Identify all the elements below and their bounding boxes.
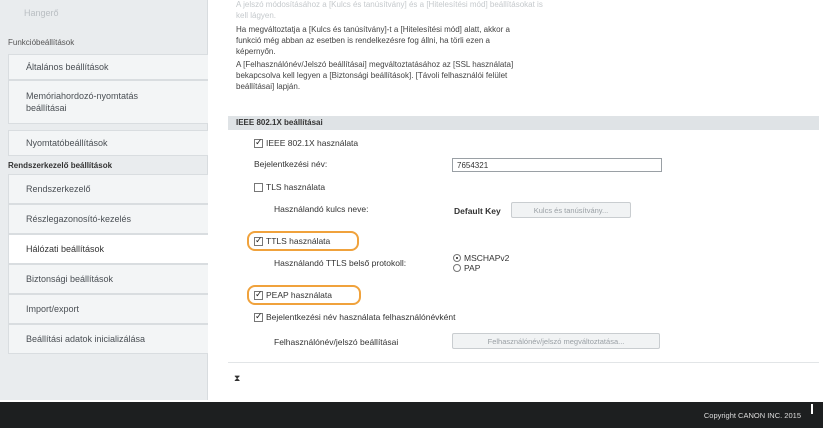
peap-use-checkbox[interactable] — [254, 289, 263, 300]
sidebar-item-printer-settings[interactable]: Nyomtatóbeállítások — [8, 130, 208, 156]
ieee8021x-use-checkbox[interactable] — [254, 137, 263, 148]
mschapv2-label: MSCHAPv2 — [464, 253, 510, 263]
note-line: beállításai] lapján. — [236, 82, 301, 91]
change-user-password-button[interactable]: Felhasználónév/jelszó megváltoztatása... — [452, 333, 660, 349]
cursor-icon — [811, 404, 817, 414]
note-line: A [Felhasználónév/Jelszó beállításai] me… — [236, 60, 514, 69]
note-line: funkció még abban az esetben is rendelke… — [236, 36, 490, 45]
footer: Copyright CANON INC. 2015 — [0, 402, 823, 428]
sidebar-item-network-settings[interactable]: Hálózati beállítások — [8, 234, 208, 264]
key-name-value: Default Key — [454, 206, 501, 216]
pap-radio[interactable] — [453, 264, 461, 272]
peap-use-label: PEAP használata — [266, 290, 332, 300]
user-pwd-settings-label-row: Felhasználónév/jelszó beállításai — [274, 337, 398, 347]
sidebar-item-department-id[interactable]: Részlegazonosító-kezelés — [8, 204, 208, 234]
sidebar-item-label: Hálózati beállítások — [26, 244, 105, 254]
tls-use-label: TLS használata — [266, 182, 326, 192]
user-pwd-settings-label: Felhasználónév/jelszó beállításai — [274, 337, 399, 347]
ttls-use-checkbox-row[interactable]: TTLS használata — [254, 235, 331, 246]
copyright-text: Copyright CANON INC. 2015 — [703, 411, 801, 420]
note-line: bekapcsolva kell legyen a [Biztonsági be… — [236, 71, 508, 80]
note-line: képernyőn. — [236, 47, 276, 56]
sidebar-item-memory-media-print[interactable]: Memóriahordozó-nyomtatás beállításai — [8, 80, 208, 124]
ttls-protocol-label: Használandó TTLS belső protokoll: — [274, 258, 407, 268]
ttls-protocol-label-row: Használandó TTLS belső protokoll: — [274, 258, 406, 268]
use-login-name-label: Bejelentkezési név használata felhasznál… — [266, 312, 456, 322]
sidebar: Hangerő Funkcióbeállítások Általános beá… — [0, 0, 208, 400]
sidebar-item-initialize-settings[interactable]: Beállítási adatok inicializálása — [8, 324, 208, 354]
sidebar-item-security-settings[interactable]: Biztonsági beállítások — [8, 264, 208, 294]
sidebar-item-system-manager[interactable]: Rendszerkezelő — [8, 174, 208, 204]
key-name-label-row: Használandó kulcs neve: — [274, 204, 369, 214]
pap-label: PAP — [464, 263, 481, 273]
key-name-label: Használandó kulcs neve: — [274, 204, 369, 214]
use-login-name-checkbox-row[interactable]: Bejelentkezési név használata felhasznál… — [254, 311, 456, 322]
login-name-label: Bejelentkezési név: — [254, 159, 328, 169]
mschapv2-radio[interactable] — [453, 254, 461, 262]
back-to-top-icon[interactable]: ⧗ — [234, 373, 240, 384]
sidebar-item-label: Általános beállítások — [26, 62, 109, 72]
tls-use-checkbox[interactable] — [254, 182, 263, 192]
sidebar-item-label: Rendszerkezelő — [26, 184, 91, 194]
ttls-use-label: TTLS használata — [266, 236, 331, 246]
divider — [228, 362, 819, 363]
key-and-certificate-button[interactable]: Kulcs és tanúsítvány... — [511, 202, 631, 218]
ttls-use-checkbox[interactable] — [254, 235, 263, 246]
tls-use-checkbox-row[interactable]: TLS használata — [254, 182, 325, 192]
ieee8021x-use-checkbox-row[interactable]: IEEE 802.1X használata — [254, 137, 359, 148]
note-line: kell lágyen. — [236, 11, 277, 20]
sidebar-item-label: Memóriahordozó-nyomtatás beállításai — [26, 91, 139, 113]
key-name-value-text: Default Key — [454, 206, 501, 216]
ieee8021x-use-label: IEEE 802.1X használata — [266, 138, 359, 148]
sidebar-item-volume[interactable]: Hangerő — [0, 0, 208, 24]
sidebar-item-label: Nyomtatóbeállítások — [26, 138, 108, 148]
sidebar-item-general-settings[interactable]: Általános beállítások — [8, 54, 208, 80]
login-name-label-row: Bejelentkezési név: — [254, 159, 327, 169]
sidebar-item-label: Beállítási adatok inicializálása — [26, 334, 146, 344]
sidebar-item-import-export[interactable]: Import/export — [8, 294, 208, 324]
peap-use-checkbox-row[interactable]: PEAP használata — [254, 289, 332, 300]
sidebar-item-label: Biztonsági beállítások — [26, 274, 114, 284]
note-line: A jelszó módosításához a [Kulcs és tanús… — [236, 0, 543, 9]
sidebar-heading-system-manager-settings: Rendszerkezelő beállítások — [8, 161, 113, 170]
ttls-option-mschapv2[interactable]: MSCHAPv2 — [453, 253, 509, 263]
ttls-option-pap[interactable]: PAP — [453, 263, 480, 273]
sidebar-item-label: Részlegazonosító-kezelés — [26, 214, 132, 224]
sidebar-heading-function-settings: Funkcióbeállítások — [8, 38, 75, 47]
note-line: Ha megváltoztatja a [Kulcs és tanúsítván… — [236, 25, 510, 34]
use-login-name-checkbox[interactable] — [254, 311, 263, 322]
sidebar-item-label: Import/export — [26, 304, 80, 314]
login-name-input[interactable] — [452, 158, 662, 172]
section-header-ieee8021x: IEEE 802.1X beállításai — [228, 116, 819, 130]
main-content: A jelszó módosításához a [Kulcs és tanús… — [209, 0, 823, 400]
